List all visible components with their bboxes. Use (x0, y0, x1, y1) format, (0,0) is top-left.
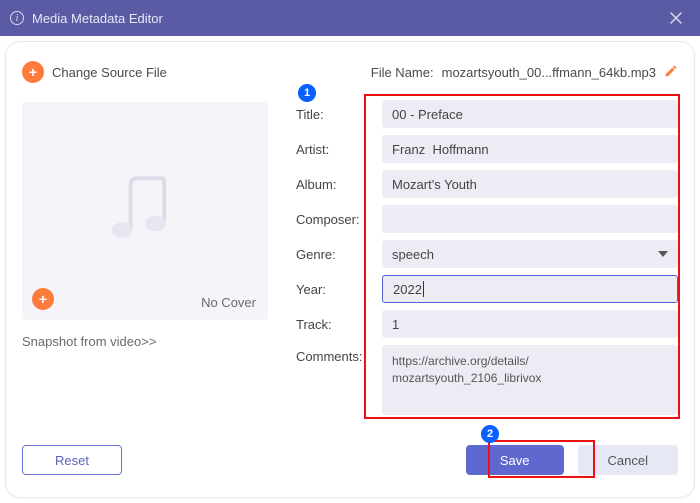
add-cover-button[interactable]: + (32, 288, 54, 310)
genre-select[interactable]: speech (382, 240, 678, 268)
snapshot-from-video-link[interactable]: Snapshot from video>> (22, 334, 156, 349)
cover-art-box: + No Cover (22, 102, 268, 320)
genre-value: speech (392, 247, 434, 262)
change-source-label: Change Source File (52, 65, 167, 80)
close-icon (669, 11, 683, 25)
left-column: + No Cover Snapshot from video>> (22, 100, 272, 351)
cancel-button[interactable]: Cancel (578, 445, 678, 475)
annotation-badge-1: 1 (298, 84, 316, 102)
label-album: Album: (296, 177, 376, 192)
annotation-badge-2: 2 (481, 425, 499, 443)
card: + Change Source File File Name: mozartsy… (6, 42, 694, 497)
label-genre: Genre: (296, 247, 376, 262)
label-comments: Comments: (296, 345, 376, 364)
plus-icon: + (39, 291, 47, 307)
content: + No Cover Snapshot from video>> 1 Title… (22, 92, 678, 437)
comments-textarea[interactable]: https://archive.org/details/ mozartsyout… (382, 345, 678, 415)
year-value: 2022 (393, 282, 422, 297)
label-title: Title: (296, 107, 376, 122)
top-row: + Change Source File File Name: mozartsy… (22, 52, 678, 92)
metadata-form: Title: Artist: Album: Composer: Genre: s… (296, 100, 678, 415)
composer-input[interactable] (382, 205, 678, 233)
window-title: Media Metadata Editor (32, 11, 163, 26)
no-cover-label: No Cover (201, 295, 256, 310)
music-note-icon (97, 161, 193, 262)
label-track: Track: (296, 317, 376, 332)
label-composer: Composer: (296, 212, 376, 227)
pencil-icon (664, 64, 678, 78)
chevron-down-icon (658, 251, 668, 257)
info-icon: i (10, 11, 24, 25)
label-artist: Artist: (296, 142, 376, 157)
label-year: Year: (296, 282, 376, 297)
track-input[interactable] (382, 310, 678, 338)
save-button[interactable]: Save (466, 445, 564, 475)
filename-label: File Name: (371, 65, 434, 80)
footer: 2 Reset Save Cancel (22, 437, 678, 483)
right-column: 1 Title: Artist: Album: Composer: Genre:… (296, 100, 678, 415)
reset-button[interactable]: Reset (22, 445, 122, 475)
change-source-button[interactable]: + (22, 61, 44, 83)
artist-input[interactable] (382, 135, 678, 163)
filename-block: File Name: mozartsyouth_00...ffmann_64kb… (371, 64, 678, 81)
title-input[interactable] (382, 100, 678, 128)
year-input[interactable]: 2022 (382, 275, 678, 303)
window: i Media Metadata Editor + Change Source … (0, 0, 700, 503)
text-cursor (423, 281, 424, 297)
titlebar: i Media Metadata Editor (0, 0, 700, 36)
close-button[interactable] (662, 4, 690, 32)
album-input[interactable] (382, 170, 678, 198)
filename-value: mozartsyouth_00...ffmann_64kb.mp3 (442, 65, 656, 80)
plus-icon: + (29, 65, 37, 79)
edit-filename-button[interactable] (664, 64, 678, 81)
